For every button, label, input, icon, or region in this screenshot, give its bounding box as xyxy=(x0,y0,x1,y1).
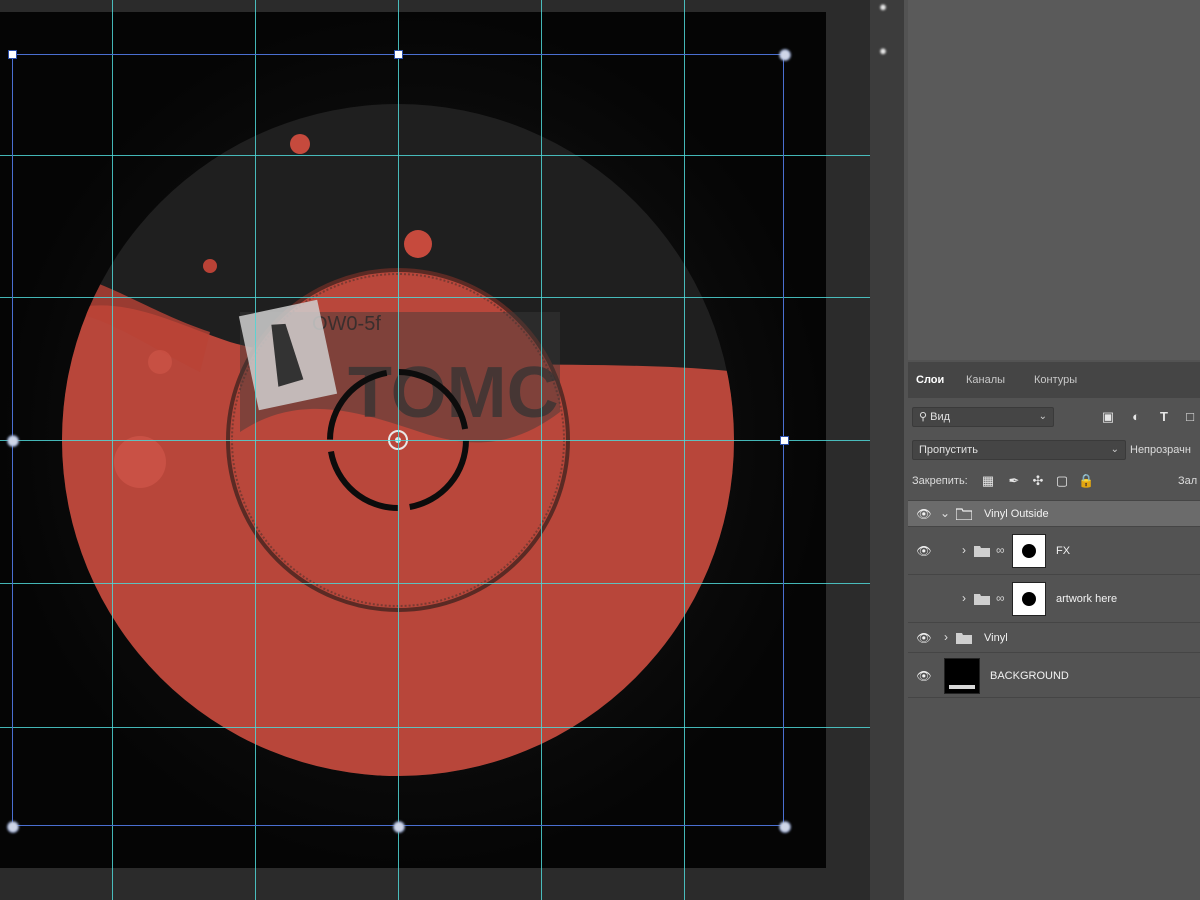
panel-collapsed-strip: ● ● xyxy=(870,0,904,900)
layers-panel-tabs: Слои Каналы Контуры xyxy=(908,362,1200,398)
layer-row-artwork-here[interactable]: › ∞ artwork here xyxy=(908,574,1200,622)
transform-handle-top-center[interactable] xyxy=(394,50,403,59)
layer-row-background[interactable]: 👁 BACKGROUND xyxy=(908,652,1200,698)
lock-artboard-icon[interactable]: ▢ xyxy=(1054,473,1070,489)
transform-bounding-box[interactable] xyxy=(7,49,791,833)
layer-row-vinyl-outside[interactable]: 👁 ⌄ Vinyl Outside xyxy=(908,500,1200,526)
blend-mode-select[interactable]: Пропустить ⌄ xyxy=(912,440,1126,460)
panel-toggle-icon[interactable]: ● xyxy=(876,44,890,58)
mask-link-icon[interactable]: ∞ xyxy=(996,591,1005,605)
chevron-right-icon[interactable]: › xyxy=(962,543,966,557)
tab-paths[interactable]: Контуры xyxy=(1034,362,1077,398)
layer-name: Vinyl Outside xyxy=(984,508,1049,520)
lock-move-icon[interactable]: ✣ xyxy=(1030,473,1046,489)
layer-row-fx[interactable]: 👁 › ∞ FX xyxy=(908,526,1200,574)
right-panel-dock: ● ● Слои Каналы Контуры ⚲ Вид ⌄ ▣ ◐ T □ … xyxy=(870,0,1200,900)
search-icon: ⚲ xyxy=(919,411,928,423)
chevron-down-icon: ⌄ xyxy=(1110,444,1119,455)
chevron-right-icon[interactable]: › xyxy=(962,591,966,605)
layers-panel: Слои Каналы Контуры ⚲ Вид ⌄ ▣ ◐ T □ Проп… xyxy=(908,362,1200,900)
chevron-right-icon[interactable]: › xyxy=(944,630,948,644)
transform-handle-middle-right[interactable] xyxy=(780,436,789,445)
blend-mode-value: Пропустить xyxy=(919,444,978,456)
transform-handle-top-right[interactable] xyxy=(779,49,791,61)
panel-toggle-icon[interactable]: ● xyxy=(876,0,890,14)
tab-channels[interactable]: Каналы xyxy=(966,362,1005,398)
layer-mask-thumbnail[interactable] xyxy=(1012,534,1046,568)
layer-name: artwork here xyxy=(1056,593,1118,605)
opacity-label: Непрозрачн xyxy=(1130,444,1191,456)
eye-visibility-icon[interactable]: 👁 xyxy=(916,632,932,644)
lock-paint-icon[interactable]: ✒ xyxy=(1006,473,1022,489)
layer-name: Vinyl xyxy=(984,632,1008,644)
type-filter-icon[interactable]: T xyxy=(1156,409,1172,425)
folder-icon xyxy=(956,508,972,520)
adjustment-filter-icon[interactable]: ◐ xyxy=(1128,409,1144,425)
eye-visibility-icon[interactable]: 👁 xyxy=(916,508,932,520)
tab-layers[interactable]: Слои xyxy=(916,362,944,398)
transform-handle-bottom-left[interactable] xyxy=(7,821,19,833)
layer-filter-select[interactable]: ⚲ Вид ⌄ xyxy=(912,407,1054,427)
lock-transparent-icon[interactable]: ▦ xyxy=(980,473,996,489)
layer-mask-thumbnail[interactable] xyxy=(1012,582,1046,616)
layer-filter-label: Вид xyxy=(930,411,951,423)
layer-thumbnail[interactable] xyxy=(944,658,980,694)
lock-all-icon[interactable]: 🔒 xyxy=(1078,473,1094,489)
lock-label: Закрепить: xyxy=(912,475,968,487)
fill-label: Зал xyxy=(1178,475,1198,487)
folder-icon xyxy=(974,593,990,605)
mask-link-icon[interactable]: ∞ xyxy=(996,543,1005,557)
eye-visibility-icon[interactable]: 👁 xyxy=(916,670,932,682)
transform-handle-bottom-right[interactable] xyxy=(779,821,791,833)
transform-handle-bottom-center[interactable] xyxy=(393,821,405,833)
layer-row-vinyl[interactable]: 👁 › Vinyl xyxy=(908,622,1200,652)
folder-icon xyxy=(956,632,972,644)
image-filter-icon[interactable]: ▣ xyxy=(1100,409,1116,425)
properties-panel-area xyxy=(908,0,1200,360)
canvas-area[interactable]: OW0-5f TOMC xyxy=(0,0,870,900)
chevron-down-icon: ⌄ xyxy=(1038,411,1047,422)
folder-icon xyxy=(974,545,990,557)
transform-handle-top-left[interactable] xyxy=(8,50,17,59)
shape-filter-icon[interactable]: □ xyxy=(1182,409,1198,425)
transform-handle-middle-left[interactable] xyxy=(7,435,19,447)
layer-name: FX xyxy=(1056,545,1071,557)
layer-name: BACKGROUND xyxy=(990,670,1069,682)
eye-visibility-icon[interactable]: 👁 xyxy=(916,545,932,557)
chevron-down-icon[interactable]: ⌄ xyxy=(940,506,950,520)
